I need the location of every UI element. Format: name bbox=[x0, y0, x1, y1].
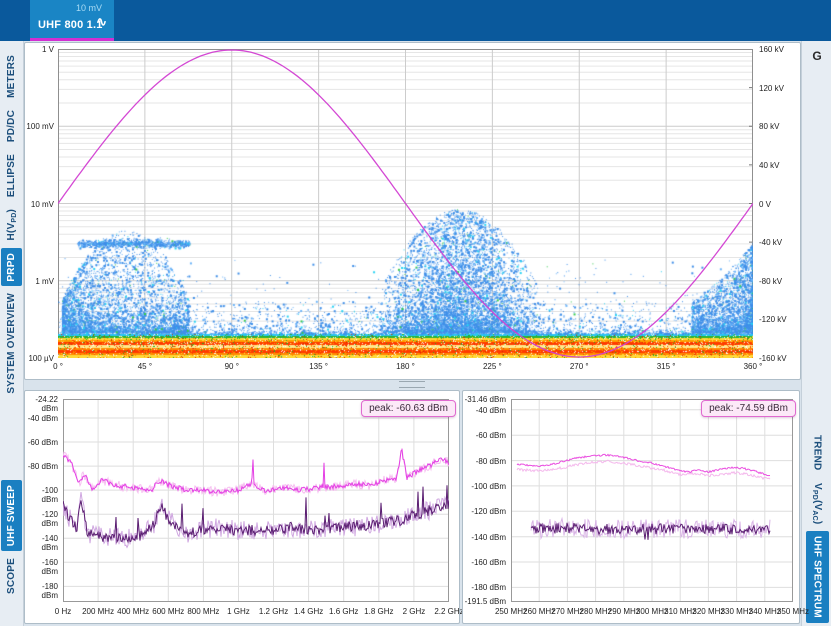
tab-label: PRPD bbox=[6, 253, 17, 282]
tab-meters[interactable]: METERS bbox=[1, 50, 22, 103]
x-axis-tick-label: 350 MHz bbox=[769, 607, 817, 616]
prpd-phase-axis-label: 360 ° bbox=[733, 362, 773, 371]
tab-h-vpd[interactable]: H(VPD) bbox=[1, 204, 22, 245]
tab-label: SYSTEM OVERVIEW bbox=[6, 293, 17, 394]
tab-label: SCOPE bbox=[6, 558, 17, 594]
y-axis-tick-label: -140 dBm bbox=[25, 534, 58, 552]
device-range-value: 10 mV bbox=[76, 3, 102, 13]
y-axis-tick-label: -160 dBm bbox=[25, 558, 58, 576]
prpd-left-axis-label: 100 mV bbox=[25, 122, 54, 131]
prpd-right-axis-label: 120 kV bbox=[759, 84, 799, 93]
prpd-left-axis-label: 1 mV bbox=[25, 277, 54, 286]
prpd-left-axis-label: 10 mV bbox=[25, 200, 54, 209]
uhf-spectrum-panel: peak: -74.59 dBm -31.46 dBm -40 dBm -60 dB… bbox=[462, 390, 800, 624]
y-axis-tick-label: -100 dBm bbox=[25, 486, 58, 504]
y-axis-tick-label: -140 dBm bbox=[463, 533, 506, 542]
ac-sine-reference-curve bbox=[58, 49, 753, 358]
sweep-traces bbox=[63, 399, 449, 602]
uhf-spectrum-plot[interactable] bbox=[511, 399, 793, 602]
horizontal-splitter[interactable] bbox=[24, 379, 799, 388]
prpd-right-axis-label: -120 kV bbox=[759, 315, 799, 324]
prpd-phase-axis-label: 180 ° bbox=[386, 362, 426, 371]
prpd-right-axis-label: 40 kV bbox=[759, 161, 799, 170]
prpd-phase-axis-label: 225 ° bbox=[472, 362, 512, 371]
prpd-phase-axis-label: 45 ° bbox=[125, 362, 165, 371]
tab-prpd[interactable]: PRPD bbox=[1, 248, 22, 287]
prpd-plot[interactable] bbox=[58, 49, 753, 358]
left-tab-strip: METERS PD/DC ELLIPSE H(VPD) PRPD SYSTEM … bbox=[0, 41, 24, 626]
tab-label: TREND bbox=[812, 435, 823, 470]
uhf-sweep-plot[interactable] bbox=[63, 399, 449, 602]
spectrum-traces bbox=[511, 399, 793, 602]
prpd-phase-axis-label: 90 ° bbox=[212, 362, 252, 371]
tab-label: PD/DC bbox=[6, 110, 17, 142]
y-axis-max-label: -24.22 dBm bbox=[25, 395, 58, 413]
prpd-right-axis-label: 0 V bbox=[759, 200, 799, 209]
prpd-phase-axis-label: 270 ° bbox=[559, 362, 599, 371]
prpd-phase-axis-label: 0 ° bbox=[38, 362, 78, 371]
tab-scope[interactable]: SCOPE bbox=[1, 553, 22, 599]
tab-system-overview[interactable]: SYSTEM OVERVIEW bbox=[1, 288, 22, 399]
peak-readout: peak: -74.59 dBm bbox=[701, 400, 796, 417]
y-axis-tick-label: -40 dBm bbox=[25, 414, 58, 423]
prpd-right-axis-label: -80 kV bbox=[759, 277, 799, 286]
device-tab-title: UHF 800 1.1 bbox=[38, 19, 103, 31]
y-axis-tick-label: -120 dBm bbox=[463, 507, 506, 516]
peak-readout: peak: -60.63 dBm bbox=[361, 400, 456, 417]
y-axis-tick-label: -120 dBm bbox=[25, 510, 58, 528]
device-tab-uhf800[interactable]: 10 mV UHF 800 1.1 ∿ bbox=[30, 0, 114, 41]
tab-label: H(VPD) bbox=[6, 209, 18, 240]
y-axis-tick-label: -60 dBm bbox=[25, 438, 58, 447]
y-axis-tick-label: -160 dBm bbox=[463, 558, 506, 567]
y-axis-tick-label: -180 dBm bbox=[25, 582, 58, 600]
main-view-tabs: METERS PD/DC ELLIPSE H(VPD) PRPD SYSTEM … bbox=[0, 49, 23, 400]
tab-ellipse[interactable]: ELLIPSE bbox=[1, 149, 22, 202]
y-axis-tick-label: -60 dBm bbox=[463, 431, 506, 440]
prpd-right-axis-label: 80 kV bbox=[759, 122, 799, 131]
prpd-right-axis-label: -40 kV bbox=[759, 238, 799, 247]
right-tab-strip: G TREND VPD(VAC) UHF SPECTRUM bbox=[801, 41, 831, 626]
y-axis-max-label: -31.46 dBm bbox=[463, 395, 506, 404]
prpd-left-axis-label: 1 V bbox=[25, 45, 54, 54]
y-axis-min-label: -191.5 dBm bbox=[463, 597, 506, 606]
splitter-grip-icon bbox=[399, 381, 425, 388]
tab-label: UHF SWEEP bbox=[6, 485, 17, 546]
y-axis-tick-label: -180 dBm bbox=[463, 583, 506, 592]
prpd-right-axis-label: 160 kV bbox=[759, 45, 799, 54]
y-axis-tick-label: -40 dBm bbox=[463, 406, 506, 415]
tab-label: METERS bbox=[6, 55, 17, 98]
tab-vpd-vac[interactable]: VPD(VAC) bbox=[806, 478, 829, 529]
sine-wave-icon: ∿ bbox=[96, 14, 107, 30]
tab-trend[interactable]: TREND bbox=[806, 430, 829, 475]
y-axis-tick-label: -100 dBm bbox=[463, 482, 506, 491]
prpd-panel: 1 V100 mV10 mV1 mV100 µV160 kV120 kV80 k… bbox=[24, 42, 801, 380]
tab-uhf-sweep[interactable]: UHF SWEEP bbox=[1, 480, 22, 551]
uhf-sweep-panel: peak: -60.63 dBm -24.22 dBm-40 dBm -60 dB… bbox=[24, 390, 460, 624]
tab-label: VPD(VAC) bbox=[811, 483, 823, 524]
prpd-phase-axis-label: 315 ° bbox=[646, 362, 686, 371]
tab-pd-dc[interactable]: PD/DC bbox=[1, 105, 22, 147]
grid-indicator-label: G bbox=[802, 49, 831, 63]
y-axis-tick-label: -80 dBm bbox=[463, 457, 506, 466]
tab-label: UHF SPECTRUM bbox=[812, 536, 823, 618]
y-axis-tick-label: -80 dBm bbox=[25, 462, 58, 471]
prpd-phase-axis-label: 135 ° bbox=[299, 362, 339, 371]
bottom-left-view-tabs: UHF SWEEP SCOPE bbox=[0, 479, 23, 600]
tab-label: ELLIPSE bbox=[6, 154, 17, 197]
bottom-right-view-tabs: TREND VPD(VAC) UHF SPECTRUM bbox=[802, 429, 831, 624]
app-topbar: 10 mV UHF 800 1.1 ∿ bbox=[0, 0, 831, 41]
